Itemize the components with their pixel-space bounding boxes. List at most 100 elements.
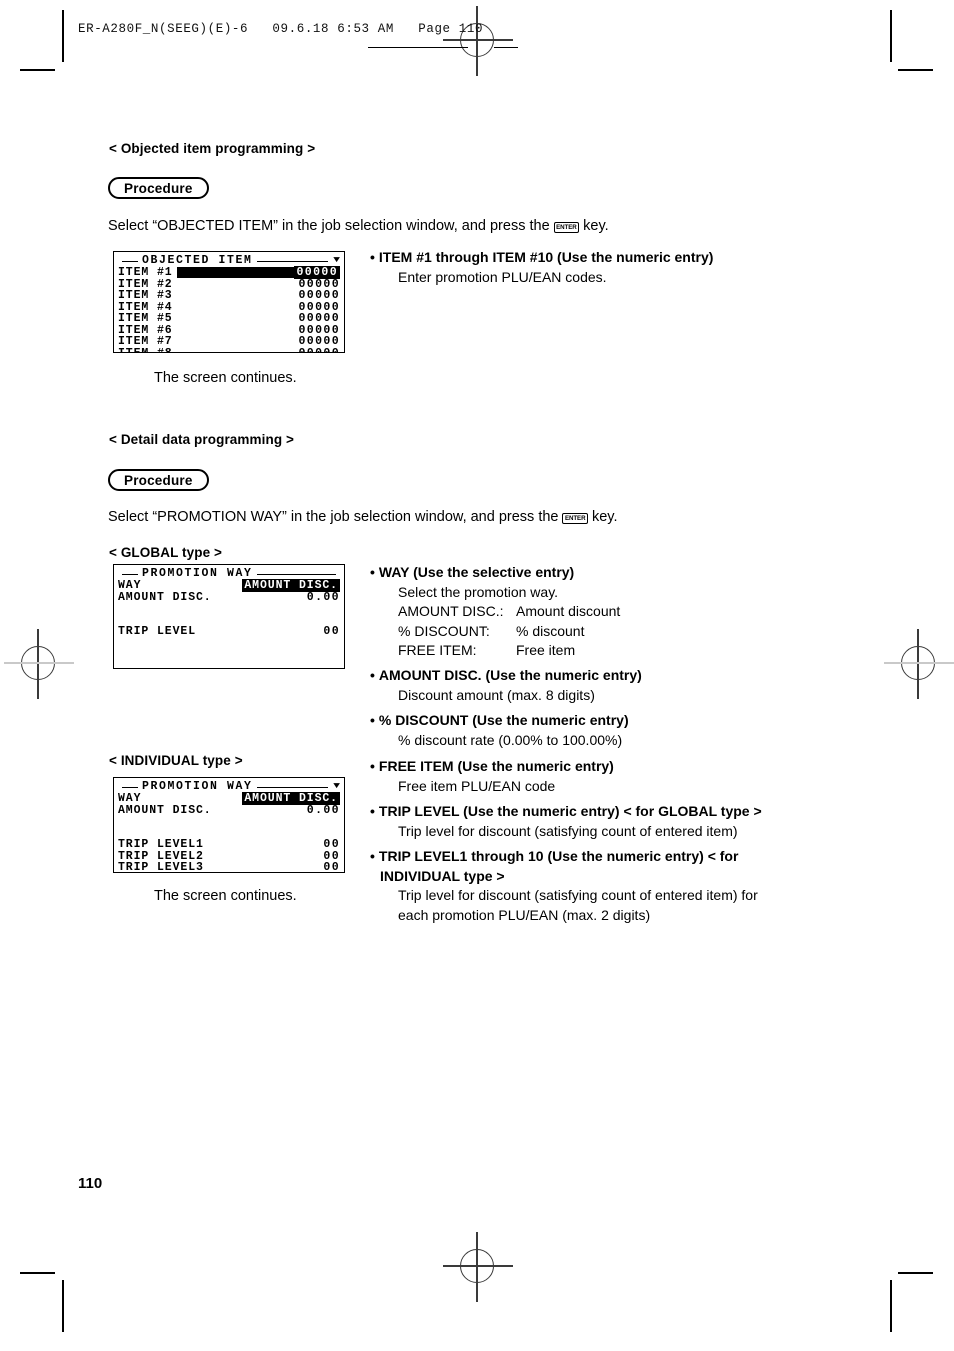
bullet-icon: • (370, 667, 375, 683)
note-way-option-value: % discount (516, 622, 585, 639)
lcd-title-promotion-way-global: PROMOTION WAY (116, 567, 342, 580)
lcd-row-blank (116, 649, 342, 661)
lcd-row: TRIP LEVEL 00 (116, 625, 342, 639)
title-dash-right (256, 574, 336, 575)
heading-detail-data-programming: < Detail data programming > (109, 432, 294, 447)
note-way-option-key: AMOUNT DISC.: (398, 603, 504, 619)
lcd-screen-promotion-way-global: PROMOTION WAY WAY AMOUNT DISC. AMOUNT DI… (113, 564, 345, 669)
crop-mark-bottom-left-vertical (62, 1280, 64, 1332)
bullet-icon: • (370, 848, 375, 864)
heading-objected-item-programming: < Objected item programming > (109, 141, 316, 156)
lcd-row-value: 0.00 (306, 590, 340, 604)
bullet-icon: • (370, 712, 375, 728)
note-way-title: WAY (Use the selective entry) (378, 564, 575, 580)
bullet-icon: • (370, 564, 375, 580)
heading-individual-type: < INDIVIDUAL type > (109, 753, 243, 768)
note-way-option-key: FREE ITEM: (398, 642, 477, 658)
crop-mark-top-right-horizontal (898, 69, 933, 71)
crop-mark-bottom-left-horizontal (20, 1272, 55, 1274)
note-trip-level-desc: Trip level for discount (satisfying coun… (398, 822, 738, 839)
note-amount-disc-title-line: • AMOUNT DISC. (Use the numeric entry) (370, 666, 642, 686)
bullet-icon: • (370, 803, 375, 819)
enter-key-icon: ENTER (562, 513, 588, 525)
note-amount-disc: • AMOUNT DISC. (Use the numeric entry) Di… (370, 666, 642, 705)
bullet-icon: • (370, 249, 375, 265)
lcd-screen-objected-item: OBJECTED ITEM ▼ ITEM #1 00000 ITEM #2 00… (113, 251, 345, 353)
lcd-row-value: 00000 (298, 347, 340, 352)
lcd-title-text: PROMOTION WAY (142, 567, 253, 580)
header-rule-left (368, 47, 468, 48)
note-trip-level-multi-desc-1: Trip level for discount (satisfying coun… (398, 887, 758, 903)
crop-mark-top-left-vertical (62, 10, 64, 62)
note-pct-discount-title-line: •% DISCOUNT (Use the numeric entry) (370, 711, 629, 731)
title-dash-left (122, 261, 138, 262)
scroll-down-arrow-icon: ▼ (333, 781, 341, 791)
lcd-screen-promotion-way-individual: PROMOTION WAY ▼ WAY AMOUNT DISC. AMOUNT … (113, 777, 345, 873)
lcd-title-objected-item: OBJECTED ITEM ▼ (116, 254, 342, 267)
note-screen-continues-individual: The screen continues. (154, 888, 297, 904)
lcd-row-blank (116, 603, 342, 615)
heading-global-type: < GLOBAL type > (109, 545, 223, 560)
note-way-title-line: • WAY (Use the selective entry) (370, 563, 620, 583)
note-way-option-value: Amount discount (516, 603, 621, 619)
note-screen-continues-objected-item: The screen continues. (154, 370, 297, 386)
note-trip-level-multi-title-line1: • TRIP LEVEL1 through 10 (Use the numeric… (370, 847, 758, 867)
note-objected-item-title-line: • ITEM #1 through ITEM #10 (Use the numer… (370, 248, 713, 268)
note-trip-level-title-line: • TRIP LEVEL (Use the numeric entry) < fo… (370, 802, 762, 822)
registration-mark-bottom (443, 1232, 513, 1302)
note-free-item-desc: Free item PLU/EAN code (398, 777, 556, 794)
instruction-promotion-way-post: key. (591, 509, 618, 525)
lcd-row: TRIP LEVEL3 00 (116, 861, 342, 873)
lcd-row-label: AMOUNT DISC. (118, 803, 212, 817)
crop-mark-bottom-right-horizontal (898, 1272, 933, 1274)
lcd-row-label: TRIP LEVEL3 (118, 861, 204, 873)
lcd-row-blank (116, 816, 342, 828)
lcd-row: ITEM #8 00000 (116, 347, 342, 352)
note-way-option-key: % DISCOUNT: (398, 622, 490, 639)
lcd-row-value: 0.00 (306, 803, 340, 817)
note-trip-level-multi-title-1: TRIP LEVEL1 through 10 (Use the numeric … (378, 848, 739, 864)
registration-mark-left (4, 629, 74, 699)
instruction-promotion-way: Select “PROMOTION WAY” in the job select… (108, 509, 618, 525)
note-trip-level-title: TRIP LEVEL (Use the numeric entry) < for… (378, 803, 762, 819)
scroll-down-arrow-icon: ▼ (333, 255, 341, 265)
instruction-objected-item: Select “OBJECTED ITEM” in the job select… (108, 218, 609, 234)
note-amount-disc-desc: Discount amount (max. 8 digits) (398, 686, 595, 703)
title-dash-right (256, 787, 329, 788)
lcd-row-label: AMOUNT DISC. (118, 590, 212, 604)
lcd-row-highlight-bar (176, 267, 295, 279)
note-way-option: AMOUNT DISC.: Amount discount (370, 602, 620, 622)
note-amount-disc-title: AMOUNT DISC. (Use the numeric entry) (378, 667, 642, 683)
lcd-row-value: 00 (323, 861, 340, 873)
note-way-desc: Select the promotion way. (398, 583, 559, 600)
note-free-item-title-line: • FREE ITEM (Use the numeric entry) (370, 757, 614, 777)
procedure-badge-detail-data: Procedure (108, 469, 209, 491)
registration-mark-right (884, 629, 954, 699)
enter-key-icon: ENTER (553, 222, 580, 234)
title-dash-right (256, 261, 329, 262)
lcd-row: AMOUNT DISC. 0.00 (116, 590, 342, 604)
procedure-badge-objected-item: Procedure (108, 177, 209, 199)
instruction-objected-item-pre: Select “OBJECTED ITEM” in the job select… (108, 218, 550, 234)
crop-mark-top-right-vertical (890, 10, 892, 62)
note-objected-item: • ITEM #1 through ITEM #10 (Use the numer… (370, 248, 713, 287)
note-way-option-value: Free item (516, 642, 576, 658)
page-header-text: ER-A280F_N(SEEG)(E)-6 09.6.18 6:53 AM Pa… (78, 22, 484, 36)
lcd-row-blank (116, 661, 342, 669)
instruction-promotion-way-pre: Select “PROMOTION WAY” in the job select… (108, 509, 559, 525)
lcd-title-text: PROMOTION WAY (142, 780, 253, 793)
note-trip-level: • TRIP LEVEL (Use the numeric entry) < fo… (370, 802, 762, 841)
bullet-icon: • (370, 758, 375, 774)
lcd-row-label: TRIP LEVEL (118, 625, 197, 639)
note-trip-level-multi: • TRIP LEVEL1 through 10 (Use the numeric… (370, 847, 758, 925)
note-trip-level-multi-desc-2: each promotion PLU/EAN (max. 2 digits) (398, 906, 651, 923)
note-objected-item-desc: Enter promotion PLU/EAN codes. (398, 268, 607, 285)
lcd-row-value: 00 (323, 625, 340, 639)
page-number: 110 (78, 1175, 103, 1192)
crop-mark-top-left-horizontal (20, 69, 55, 71)
lcd-title-text: OBJECTED ITEM (142, 254, 253, 267)
lcd-row: AMOUNT DISC. 0.00 (116, 803, 342, 817)
title-dash-left (122, 787, 138, 788)
note-pct-discount-title: % DISCOUNT (Use the numeric entry) (378, 712, 629, 728)
note-pct-discount-desc: % discount rate (0.00% to 100.00%) (398, 731, 623, 748)
